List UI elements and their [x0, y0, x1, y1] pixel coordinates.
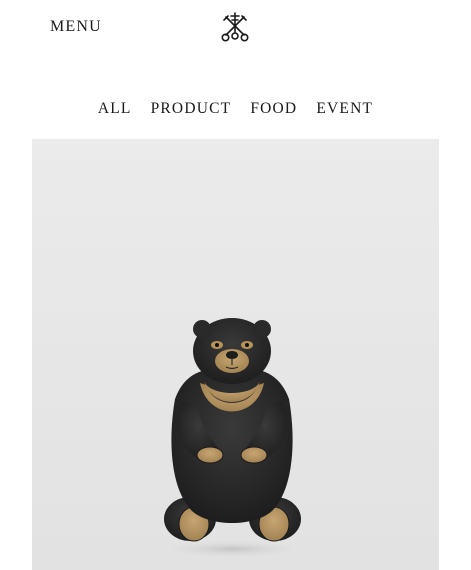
sun-bear-figure [154, 318, 310, 559]
nav-item-all[interactable]: ALL [98, 100, 132, 118]
nav-item-event[interactable]: EVENT [316, 100, 373, 118]
hero-image[interactable] [32, 139, 439, 570]
menu-button[interactable]: MENU [50, 18, 102, 36]
crossed-keys-icon[interactable] [218, 10, 252, 44]
nav-item-product[interactable]: PRODUCT [151, 100, 232, 118]
category-nav: ALL PRODUCT FOOD EVENT [0, 100, 471, 118]
nav-item-food[interactable]: FOOD [250, 100, 297, 118]
site-header: MENU [0, 0, 471, 70]
